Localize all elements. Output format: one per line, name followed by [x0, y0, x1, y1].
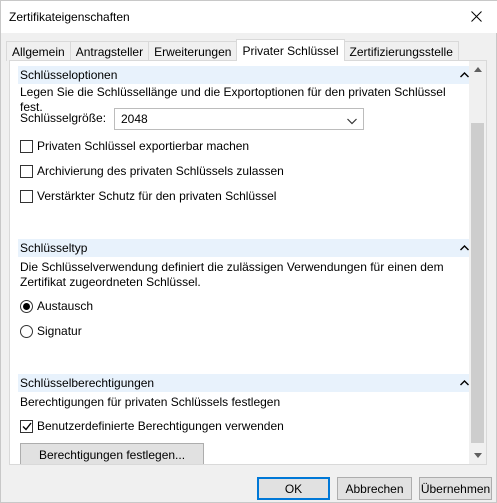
tab-subject[interactable]: Antragsteller: [69, 41, 150, 61]
button-label: Berechtigungen festlegen...: [38, 448, 186, 462]
checkmark-icon: [22, 422, 32, 431]
ok-button[interactable]: OK: [257, 477, 330, 500]
key-size-label: Schlüsselgröße:: [20, 111, 107, 125]
checkbox-box[interactable]: [20, 164, 33, 178]
checkbox-custom-permissions[interactable]: Benutzerdefinierte Berechtigungen verwen…: [20, 419, 284, 433]
key-size-value: 2048: [121, 112, 148, 126]
chevron-down-icon: [347, 114, 357, 128]
checkbox-exportable[interactable]: Privaten Schlüssel exportierbar machen: [20, 139, 249, 153]
section-title: Schlüsselberechtigungen: [20, 376, 155, 390]
scroll-down-button[interactable]: [469, 447, 486, 464]
radio-label: Austausch: [37, 299, 94, 313]
close-button[interactable]: [454, 1, 497, 31]
checkbox-archive[interactable]: Archivierung des privaten Schlüssels zul…: [20, 164, 284, 178]
tab-strip: Allgemein Antragsteller Erweiterungen Pr…: [6, 39, 459, 61]
radio-exchange[interactable]: Austausch: [20, 299, 93, 313]
checkbox-label: Archivierung des privaten Schlüssels zul…: [37, 164, 284, 178]
scroll-up-icon: [473, 67, 482, 72]
radio-button-selected[interactable]: [20, 299, 33, 313]
checkbox-label: Privaten Schlüssel exportierbar machen: [37, 139, 250, 153]
key-size-select[interactable]: 2048: [114, 108, 364, 130]
button-label: Abbrechen: [345, 481, 404, 496]
tab-general[interactable]: Allgemein: [6, 41, 71, 61]
section-header-key-type[interactable]: Schlüsseltyp: [18, 239, 472, 257]
checkbox-label: Benutzerdefinierte Berechtigungen verwen…: [37, 419, 284, 433]
radio-signature[interactable]: Signatur: [20, 324, 82, 338]
close-icon: [470, 10, 482, 22]
section-title: Schlüsseltyp: [20, 241, 88, 255]
key-permissions-description: Berechtigungen für privaten Schlüssels f…: [20, 395, 281, 409]
section-header-key-permissions[interactable]: Schlüsselberechtigungen: [18, 374, 472, 392]
radio-button[interactable]: [20, 324, 33, 338]
key-type-description-line1: Die Schlüsselverwendung definiert die zu…: [20, 260, 444, 274]
checkbox-box-checked[interactable]: [20, 419, 33, 433]
tab-label: Privater Schlüssel: [242, 43, 339, 58]
tab-extensions[interactable]: Erweiterungen: [148, 41, 238, 61]
button-label: OK: [284, 481, 303, 496]
tab-label: Erweiterungen: [154, 44, 232, 59]
tab-label: Antragsteller: [75, 44, 144, 59]
certificate-properties-dialog: Zertifikateigenschaften Allgemein Antrag…: [0, 0, 497, 503]
apply-button[interactable]: Übernehmen: [419, 477, 492, 500]
scroll-up-button[interactable]: [469, 61, 486, 78]
checkbox-box[interactable]: [20, 189, 33, 203]
checkbox-label: Verstärkter Schutz für den privaten Schl…: [37, 189, 277, 203]
scroll-down-icon: [473, 453, 482, 458]
title-bar: Zertifikateigenschaften: [1, 1, 497, 33]
window-title: Zertifikateigenschaften: [9, 10, 130, 24]
scroll-thumb[interactable]: [471, 123, 484, 443]
key-type-description-line2: Zertifikat zugeordneten Schlüssel.: [20, 275, 201, 289]
private-key-panel: Schlüsseloptionen Legen Sie die Schlüsse…: [9, 60, 487, 465]
button-label: Übernehmen: [420, 481, 491, 496]
tab-private-key[interactable]: Privater Schlüssel: [236, 39, 345, 61]
section-title: Schlüsseloptionen: [20, 68, 118, 82]
set-permissions-button[interactable]: Berechtigungen festlegen...: [20, 443, 204, 464]
vertical-scrollbar[interactable]: [469, 61, 486, 464]
checkbox-box[interactable]: [20, 139, 33, 153]
tab-label: Allgemein: [12, 44, 65, 59]
radio-label: Signatur: [37, 324, 82, 338]
section-header-key-options[interactable]: Schlüsseloptionen: [18, 66, 472, 84]
cancel-button[interactable]: Abbrechen: [337, 477, 412, 500]
tab-label: Zertifizierungsstelle: [349, 44, 453, 59]
checkbox-strong-protection[interactable]: Verstärkter Schutz für den privaten Schl…: [20, 189, 276, 203]
tab-certification-authority[interactable]: Zertifizierungsstelle: [343, 41, 459, 61]
